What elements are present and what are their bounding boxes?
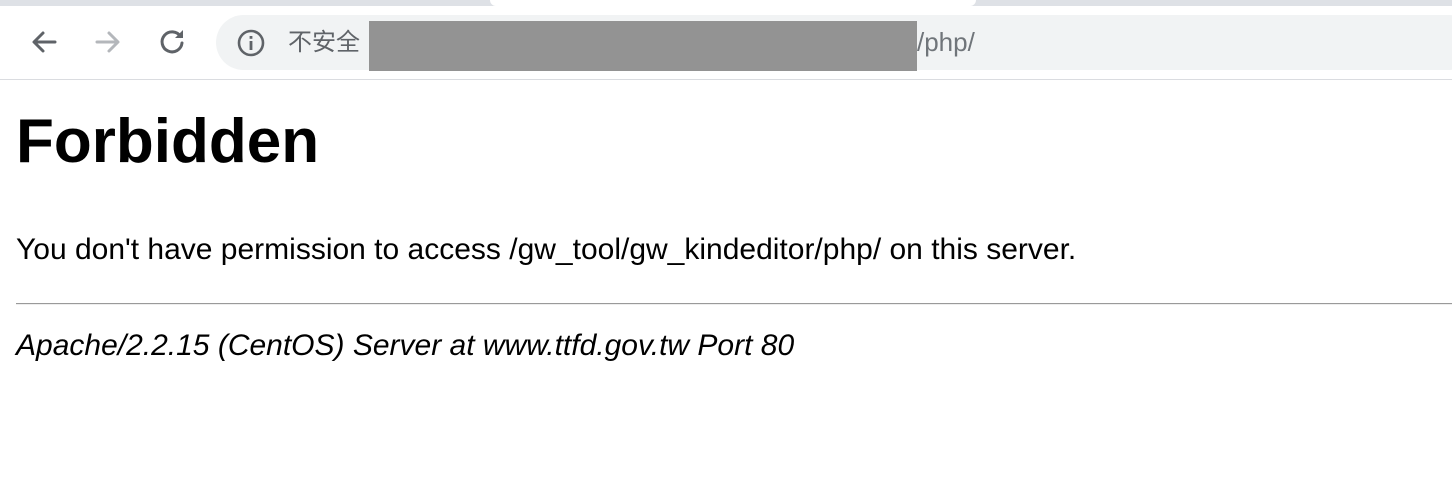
redacted-url-block <box>369 21 917 71</box>
divider <box>16 303 1452 305</box>
reload-button[interactable] <box>156 26 188 58</box>
back-button[interactable] <box>28 26 60 58</box>
forward-button[interactable] <box>92 26 124 58</box>
toolbar-divider <box>0 79 1452 80</box>
forward-arrow-icon <box>95 31 120 53</box>
url-text: /php/ <box>917 27 975 57</box>
error-message: You don't have permission to access /gw_… <box>16 233 1077 266</box>
server-signature: Apache/2.2.15 (CentOS) Server at www.ttf… <box>16 329 795 362</box>
page-title: Forbidden <box>16 107 320 176</box>
info-icon[interactable] <box>236 28 266 58</box>
browser-toolbar: 不安全 /php/ <box>0 6 1452 79</box>
back-arrow-icon <box>32 31 57 53</box>
not-secure-label: 不安全 <box>288 28 360 56</box>
address-bar[interactable]: 不安全 /php/ <box>216 15 1452 71</box>
reload-icon <box>160 30 184 54</box>
